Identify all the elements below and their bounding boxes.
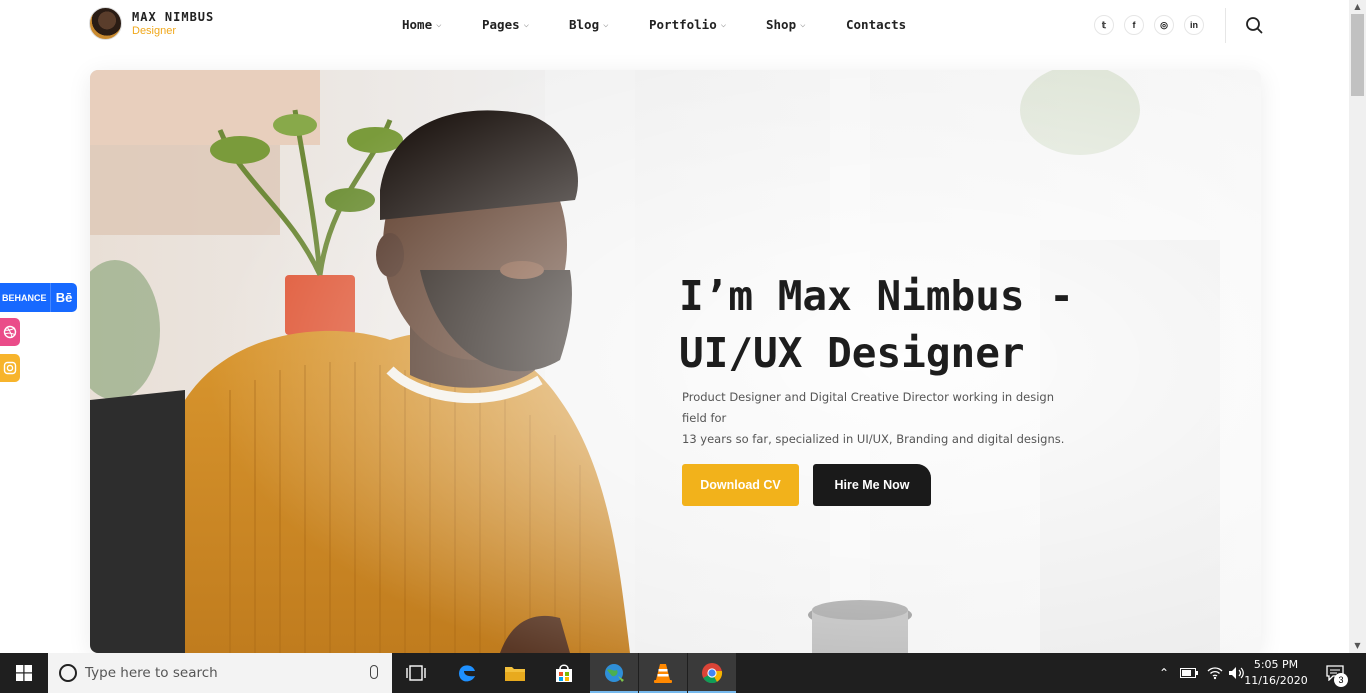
microphone-icon[interactable]	[370, 665, 378, 679]
vlc-icon	[654, 664, 672, 683]
nav-label: Portfolio	[649, 17, 717, 32]
header-socials: 𝕥 f ◎ in	[1094, 15, 1204, 35]
hero-title-line-1: I’m Max Nimbus -	[679, 272, 1074, 320]
instagram-icon	[3, 361, 17, 375]
notification-count-badge: 3	[1334, 673, 1348, 687]
linkedin-icon[interactable]: in	[1184, 15, 1204, 35]
search-icon[interactable]	[1245, 16, 1263, 34]
nav-item-home[interactable]: Home ⌵	[399, 17, 442, 34]
hero-title: I’m Max Nimbus - UI/UX Designer	[679, 268, 1139, 382]
windows-logo-icon	[16, 665, 32, 681]
tray-overflow-chevron-icon[interactable]: ⌃	[1155, 653, 1173, 693]
clock-date: 11/16/2020	[1244, 674, 1308, 687]
nav-label: Home	[399, 17, 433, 34]
site-name: MAX NIMBUS	[132, 9, 215, 24]
file-explorer-button[interactable]	[491, 653, 539, 693]
scroll-down-arrow-icon[interactable]: ▼	[1349, 639, 1366, 653]
hire-me-button[interactable]: Hire Me Now	[813, 464, 931, 506]
globe-download-icon	[605, 664, 624, 682]
windows-taskbar: Type here to search ⌃ 5:05 PM 11/16/2020…	[0, 653, 1366, 693]
dribbble-icon	[3, 325, 17, 339]
download-cv-button[interactable]: Download CV	[682, 464, 799, 506]
nav-item-pages[interactable]: Pages ⌵	[482, 17, 529, 32]
hero-title-line-2: UI/UX Designer	[679, 329, 1025, 377]
folder-icon	[505, 667, 525, 681]
taskbar-search-box[interactable]: Type here to search	[48, 653, 392, 693]
chevron-down-icon: ⌵	[436, 19, 442, 30]
chevron-down-icon: ⌵	[720, 19, 727, 30]
hero-description-line-1: Product Designer and Digital Creative Di…	[682, 390, 1055, 425]
action-center-button[interactable]	[1320, 653, 1350, 693]
nav-item-portfolio[interactable]: Portfolio ⌵	[649, 17, 726, 32]
task-view-icon	[406, 665, 426, 681]
globe-app-button[interactable]	[590, 653, 638, 693]
floating-behance-link[interactable]: BEHANCE Bē	[0, 283, 77, 312]
chevron-down-icon: ⌵	[523, 19, 530, 30]
nav-label: Contacts	[846, 17, 907, 32]
scroll-up-arrow-icon[interactable]: ▲	[1349, 0, 1366, 14]
nav-item-contacts[interactable]: Contacts	[846, 17, 906, 32]
site-role: Designer	[132, 24, 177, 37]
header-divider	[1225, 8, 1226, 43]
hero-section: I’m Max Nimbus - UI/UX Designer Product …	[90, 70, 1261, 653]
floating-dribbble-link[interactable]	[0, 318, 20, 346]
site-header: MAX NIMBUS Designer Home ⌵ Pages ⌵ Blog …	[0, 0, 1349, 52]
twitter-icon[interactable]: 𝕥	[1094, 15, 1114, 35]
nav-label: Blog	[569, 17, 600, 32]
chevron-down-icon: ⌵	[800, 19, 806, 30]
chevron-down-icon: ⌵	[603, 19, 609, 30]
edge-app-button[interactable]	[443, 653, 491, 693]
nav-item-blog[interactable]: Blog ⌵	[569, 17, 609, 32]
logo-avatar	[89, 7, 122, 40]
instagram-icon[interactable]: ◎	[1154, 15, 1174, 35]
site-logo[interactable]: MAX NIMBUS Designer	[89, 7, 214, 40]
wifi-icon[interactable]	[1204, 653, 1226, 693]
taskbar-search-placeholder: Type here to search	[85, 665, 218, 681]
system-clock[interactable]: 5:05 PM 11/16/2020	[1243, 657, 1309, 689]
page-scrollbar[interactable]: ▲ ▼	[1349, 0, 1366, 653]
facebook-icon[interactable]: f	[1124, 15, 1144, 35]
edge-icon	[459, 665, 475, 682]
scroll-thumb[interactable]	[1351, 14, 1364, 96]
battery-icon[interactable]	[1178, 653, 1200, 693]
clock-time: 5:05 PM	[1253, 658, 1299, 671]
chrome-app-button[interactable]	[688, 653, 736, 693]
start-button[interactable]	[0, 653, 48, 693]
nav-item-shop[interactable]: Shop ⌵	[766, 17, 806, 32]
behance-label: BEHANCE	[2, 292, 47, 303]
floating-instagram-link[interactable]	[0, 354, 20, 382]
task-view-button[interactable]	[392, 653, 440, 693]
cortana-icon	[59, 664, 77, 682]
behance-icon: Bē	[50, 283, 77, 312]
nav-label: Pages	[482, 17, 520, 32]
store-icon	[556, 664, 572, 682]
chrome-icon	[702, 663, 723, 684]
hero-description: Product Designer and Digital Creative Di…	[682, 387, 1082, 450]
vlc-app-button[interactable]	[639, 653, 687, 693]
store-app-button[interactable]	[540, 653, 588, 693]
nav-label: Shop	[766, 17, 797, 32]
hero-description-line-2: 13 years so far, specialized in UI/UX, B…	[682, 432, 1065, 446]
